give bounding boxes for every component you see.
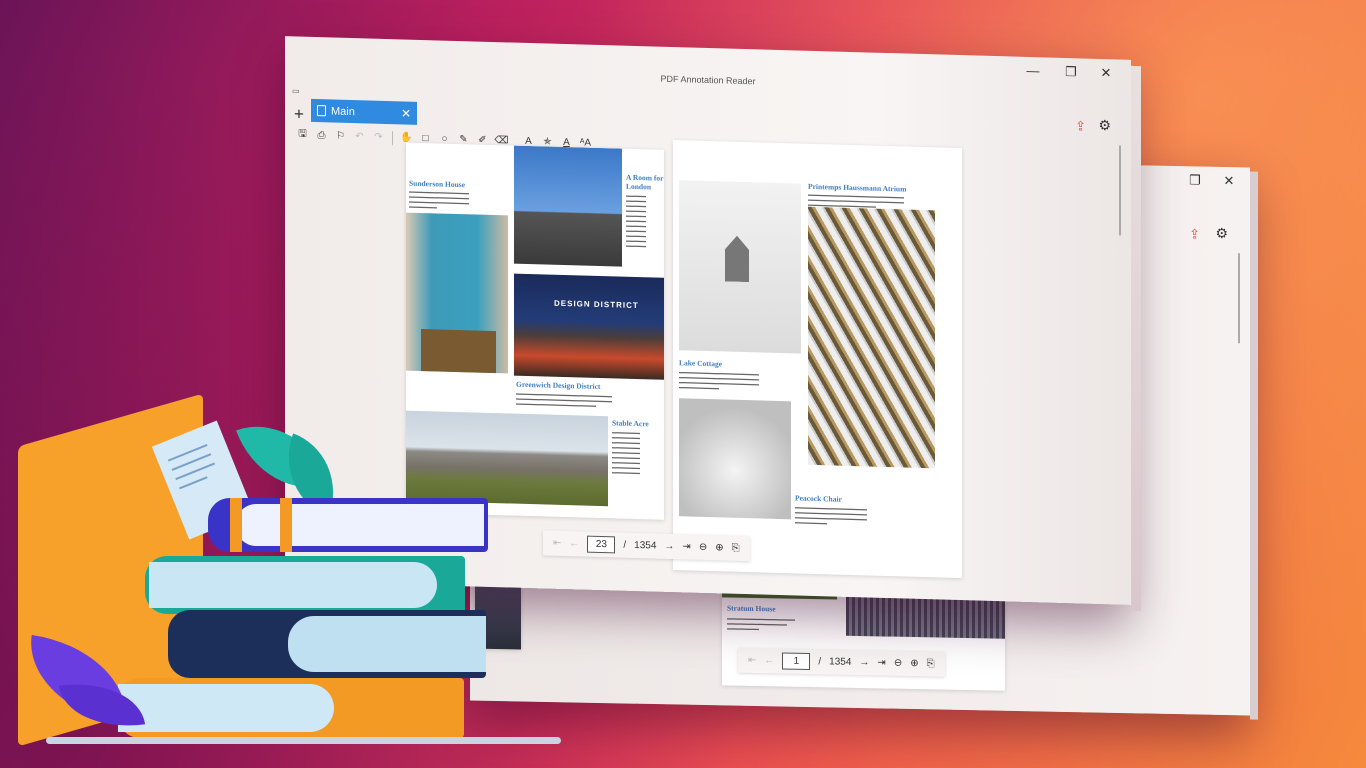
back-close-button[interactable]: ✕ bbox=[1214, 171, 1244, 192]
last-page-button[interactable]: ⇥ bbox=[877, 657, 885, 668]
book-illustration bbox=[118, 678, 464, 738]
toolbar-divider bbox=[392, 130, 393, 145]
book-illustration bbox=[208, 498, 488, 552]
page-image bbox=[406, 212, 508, 374]
page-image: DESIGN DISTRICT bbox=[514, 273, 664, 380]
book-illustration bbox=[145, 556, 465, 614]
book-illustration bbox=[168, 610, 486, 678]
gear-icon[interactable]: ⚙ bbox=[1098, 117, 1111, 134]
page-heading: Sunderson House bbox=[409, 178, 466, 190]
page-number-input[interactable]: 1 bbox=[782, 652, 811, 671]
page-separator: / bbox=[818, 656, 822, 668]
page-heading: Lake Cottage bbox=[679, 358, 723, 369]
document-page-right: Printemps Haussmann Atrium ▬▬▬▬▬▬▬▬▬▬▬▬▬… bbox=[673, 140, 962, 579]
page-heading: Stable Acre bbox=[612, 418, 649, 429]
fit-page-button[interactable]: ⎘ bbox=[927, 658, 935, 669]
zoom-in-button[interactable]: ⊕ bbox=[910, 658, 918, 669]
bookmark-icon[interactable]: ⚐ bbox=[333, 129, 348, 144]
tab-main[interactable]: Main ✕ bbox=[311, 98, 417, 125]
gear-icon[interactable]: ⚙ bbox=[1215, 225, 1228, 242]
page-image bbox=[808, 206, 935, 469]
zoom-in-button[interactable]: ⊕ bbox=[715, 542, 723, 553]
page-heading: Peacock Chair bbox=[795, 493, 842, 504]
prev-page-button[interactable]: ← bbox=[569, 538, 579, 549]
scrollbar[interactable] bbox=[1119, 145, 1121, 236]
add-tab-button[interactable]: + bbox=[294, 104, 304, 123]
page-text: ▬▬▬▬▬▬▬▬▬▬▬▬▬▬▬▬▬▬▬▬▬▬▬▬▬▬▬▬▬▬▬▬▬▬▬▬▬▬▬▬… bbox=[612, 429, 640, 476]
page-text: ▬▬▬▬▬▬▬▬▬▬▬▬▬▬▬▬▬▬▬▬▬▬▬▬▬▬▬▬▬▬▬▬▬▬▬▬▬▬▬▬… bbox=[409, 188, 469, 210]
image-sign-text: DESIGN DISTRICT bbox=[554, 298, 639, 311]
back-page-navigator: ⇤ ← 1 / 1354 → ⇥ ⊖ ⊕ ⎘ bbox=[738, 647, 945, 677]
window-title: PDF Annotation Reader bbox=[660, 73, 756, 87]
page-total: 1354 bbox=[634, 539, 657, 552]
next-page-button[interactable]: → bbox=[859, 657, 869, 668]
page-text: ▬▬▬▬▬▬▬▬▬▬▬▬▬▬▬▬▬▬▬▬▬▬▬▬▬▬▬▬▬▬▬▬▬▬▬▬▬▬▬▬… bbox=[795, 504, 867, 526]
fit-page-button[interactable]: ⎘ bbox=[732, 543, 740, 554]
zoom-out-button[interactable]: ⊖ bbox=[894, 658, 902, 669]
page-text: ▬▬▬▬▬▬▬▬▬▬▬▬▬▬▬▬▬▬▬▬▬▬▬▬▬▬▬▬▬▬▬▬▬▬▬▬▬▬▬▬… bbox=[626, 192, 646, 249]
page-image bbox=[679, 398, 791, 520]
first-page-button[interactable]: ⇤ bbox=[748, 655, 756, 666]
window-menu-icon[interactable]: ▭ bbox=[292, 86, 300, 95]
share-icon[interactable]: ⇪ bbox=[1189, 226, 1200, 242]
save-icon[interactable]: 🖫 bbox=[295, 127, 310, 142]
share-icon[interactable]: ⇪ bbox=[1075, 118, 1086, 134]
minimize-button[interactable]: — bbox=[1018, 61, 1048, 82]
page-text: ▬▬▬▬▬▬▬▬▬▬▬▬▬▬▬▬▬ ▬▬▬▬▬▬▬▬▬▬▬▬▬▬▬ ▬▬▬▬▬▬▬▬ bbox=[727, 615, 795, 632]
page-total: 1354 bbox=[829, 656, 852, 668]
back-maximize-button[interactable]: ❐ bbox=[1180, 170, 1210, 191]
last-page-button[interactable]: ⇥ bbox=[682, 541, 690, 552]
close-button[interactable]: ✕ bbox=[1091, 63, 1121, 84]
document-icon bbox=[317, 105, 326, 117]
redo-icon[interactable]: ↷ bbox=[371, 130, 386, 145]
page-number-input[interactable]: 23 bbox=[587, 535, 616, 554]
prev-page-button[interactable]: ← bbox=[764, 655, 774, 666]
undo-icon[interactable]: ↶ bbox=[352, 129, 367, 144]
next-page-button[interactable]: → bbox=[664, 541, 674, 552]
zoom-out-button[interactable]: ⊖ bbox=[699, 542, 707, 553]
shelf-illustration bbox=[46, 737, 561, 744]
maximize-button[interactable]: ❐ bbox=[1056, 62, 1086, 83]
tab-label: Main bbox=[331, 104, 355, 118]
print-icon[interactable]: ⎙ bbox=[314, 128, 329, 143]
page-text: ▬▬▬▬▬▬▬▬▬▬▬▬▬▬▬▬▬▬▬▬▬▬▬▬▬▬▬▬▬▬▬▬▬▬▬▬▬▬▬▬… bbox=[679, 369, 759, 391]
page-separator: / bbox=[623, 539, 627, 551]
close-tab-icon[interactable]: ✕ bbox=[401, 106, 411, 120]
back-scrollbar[interactable] bbox=[1238, 253, 1240, 344]
page-image bbox=[514, 145, 622, 267]
page-image bbox=[679, 180, 801, 354]
books-illustration bbox=[0, 380, 570, 768]
page-navigator: ⇤ ← 23 / 1354 → ⇥ ⊖ ⊕ ⎘ bbox=[543, 530, 750, 562]
page-heading: A Room for London bbox=[626, 172, 664, 192]
page-heading: Stratum House bbox=[727, 603, 776, 614]
